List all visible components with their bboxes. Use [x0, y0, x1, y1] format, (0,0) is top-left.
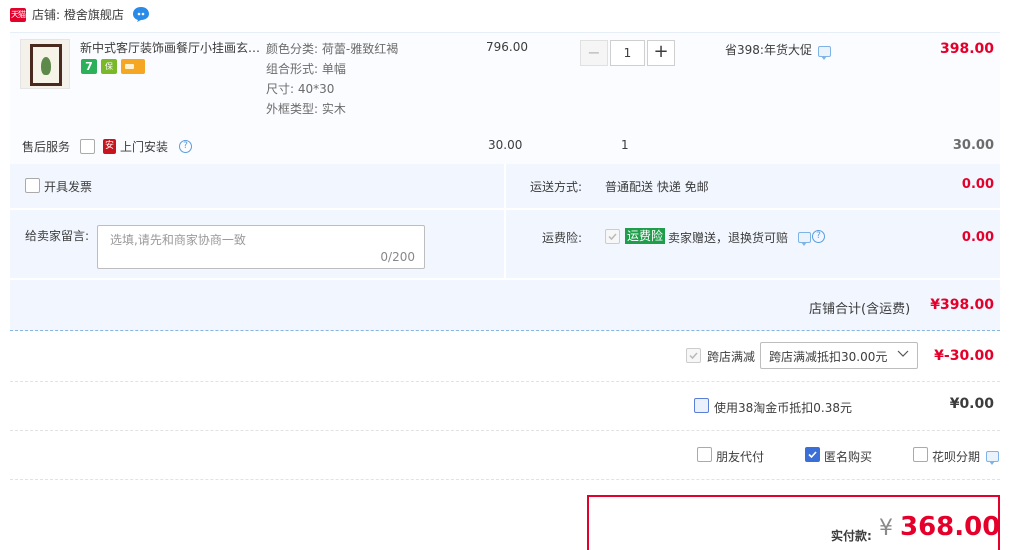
sku-size: 尺寸: 40*30 [266, 82, 335, 96]
install-help-icon[interactable]: ? [179, 140, 192, 153]
install-service-checkbox[interactable] [80, 139, 95, 154]
service-total: 30.00 [952, 138, 994, 153]
service-quantity: 1 [621, 138, 629, 152]
shop-total-value: ¥398.00 [930, 297, 994, 313]
promotion-info-icon[interactable] [818, 46, 831, 60]
message-char-count: 0/200 [380, 250, 415, 264]
promotion-label: 省398:年货大促 [725, 43, 812, 57]
insurance-label: 运费险: [542, 231, 583, 245]
insurance-info-icon[interactable] [798, 232, 811, 246]
insurance-badge: 运费险 [625, 228, 666, 244]
divider [10, 430, 1000, 431]
huabei-checkbox[interactable] [913, 447, 928, 462]
unit-price: 796.00 [486, 40, 528, 54]
install-service-label: 上门安装 [120, 140, 169, 154]
seven-day-return-icon: 7 [81, 59, 97, 74]
insurance-description: 卖家赠送，退换货可赔 [668, 231, 789, 245]
payment-amount: 368.00 [900, 512, 1001, 542]
huabei-label: 花呗分期 [932, 450, 981, 464]
coin-deduction-label: 使用38淘金币抵扣0.38元 [714, 401, 852, 415]
guarantee-icon: 保 [101, 59, 117, 74]
insurance-checkbox [605, 229, 620, 244]
invoice-checkbox[interactable] [25, 178, 40, 193]
quantity-increase-button[interactable]: + [647, 40, 675, 66]
shipping-label: 运送方式: [530, 180, 583, 194]
sku-frame: 外框类型: 实木 [266, 102, 346, 116]
huabei-info-icon[interactable] [986, 451, 999, 465]
sku-combination: 组合形式: 单幅 [266, 62, 346, 76]
payment-label: 实付款: [831, 529, 872, 543]
coin-checkbox[interactable] [694, 398, 709, 413]
coin-deduction-value: ¥0.00 [949, 396, 994, 412]
product-title[interactable]: 新中式客厅装饰画餐厅小挂画玄… [80, 40, 260, 56]
insurance-help-icon[interactable]: ? [812, 230, 825, 243]
message-placeholder: 选填,请先和商家协商一致 [110, 233, 246, 247]
anonymous-checkbox[interactable] [805, 447, 820, 462]
insurance-cost: 0.00 [961, 230, 994, 245]
sku-color: 颜色分类: 荷蕾-雅致红褐 [266, 42, 399, 56]
discount-checkbox [686, 348, 701, 363]
anonymous-label: 匿名购买 [824, 450, 873, 464]
shipping-method: 普通配送 快递 免邮 [605, 180, 709, 194]
wangwang-chat-icon[interactable] [132, 6, 150, 23]
divider [10, 381, 1000, 382]
tmall-badge: 天猫 [10, 8, 26, 22]
discount-label: 跨店满减 [707, 350, 756, 364]
discount-select-value: 跨店满减抵扣30.00元 [769, 350, 888, 364]
quantity-input[interactable]: 1 [610, 40, 645, 66]
divider [10, 479, 1000, 480]
message-label: 给卖家留言: [25, 229, 90, 243]
chevron-down-icon[interactable] [897, 347, 909, 359]
after-sale-service-label: 售后服务 [22, 140, 71, 154]
shop-total-label: 店铺合计(含运费) [809, 302, 911, 317]
install-icon: 安 [103, 139, 116, 154]
item-total: 398.00 [939, 41, 994, 57]
payment-currency: ¥ [879, 516, 893, 541]
credit-card-icon [121, 59, 145, 74]
quantity-decrease-button[interactable]: − [580, 40, 608, 66]
shipping-cost: 0.00 [961, 177, 994, 192]
product-thumbnail[interactable] [20, 39, 70, 89]
service-price: 30.00 [488, 138, 523, 152]
discount-value: ¥-30.00 [934, 348, 994, 364]
friend-pay-label: 朋友代付 [716, 450, 765, 464]
shop-name[interactable]: 店铺: 橙舍旗舰店 [32, 6, 124, 24]
friend-pay-checkbox[interactable] [697, 447, 712, 462]
invoice-label: 开具发票 [44, 180, 93, 194]
